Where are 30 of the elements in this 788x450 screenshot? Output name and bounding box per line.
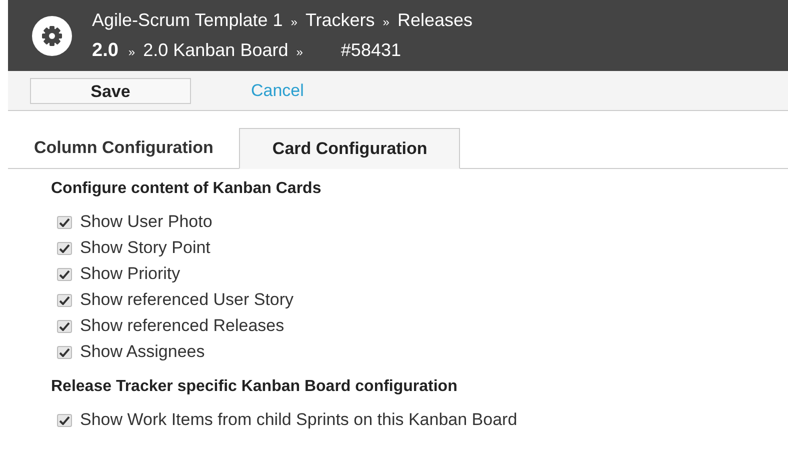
breadcrumb-link[interactable]: 2.0 xyxy=(92,38,118,64)
checkbox-label: Show referenced Releases xyxy=(80,315,284,338)
tab[interactable]: Column Configuration xyxy=(8,128,240,168)
section-heading: Release Tracker specific Kanban Board configuration xyxy=(51,377,458,397)
checkbox-label: Show Story Point xyxy=(80,237,210,260)
breadcrumb-separator: » xyxy=(128,44,136,60)
breadcrumb-link[interactable]: Trackers xyxy=(305,6,375,32)
breadcrumb-link[interactable]: Agile-Scrum Template 1 xyxy=(92,6,283,32)
breadcrumb-separator: » xyxy=(382,14,390,30)
checkbox[interactable] xyxy=(57,242,72,254)
checkbox-label: Show Assignees xyxy=(80,341,205,364)
section-heading: Configure content of Kanban Cards xyxy=(51,179,322,199)
checkbox[interactable] xyxy=(57,294,72,306)
checkbox[interactable] xyxy=(57,268,72,280)
save-button[interactable]: Save xyxy=(30,78,191,104)
checkbox[interactable] xyxy=(57,414,72,426)
tab[interactable]: Card Configuration xyxy=(239,128,460,169)
checkbox[interactable] xyxy=(57,216,72,228)
checkbox-label: Show User Photo xyxy=(80,211,212,234)
breadcrumb-link[interactable]: 2.0 Kanban Board xyxy=(143,36,288,62)
checkbox-label: Show referenced User Story xyxy=(80,289,294,312)
checkbox-label: Show Priority xyxy=(80,263,180,286)
checkbox[interactable] xyxy=(57,346,72,358)
checkbox-label: Show Work Items from child Sprints on this Kanban Board xyxy=(80,409,518,432)
settings-icon xyxy=(32,16,72,56)
breadcrumb-separator: » xyxy=(296,44,303,60)
breadcrumb-link[interactable]: #58431 xyxy=(340,36,401,62)
breadcrumb-link[interactable]: Releases xyxy=(397,6,473,32)
checkbox[interactable] xyxy=(57,320,72,332)
breadcrumb-separator: » xyxy=(290,14,298,30)
